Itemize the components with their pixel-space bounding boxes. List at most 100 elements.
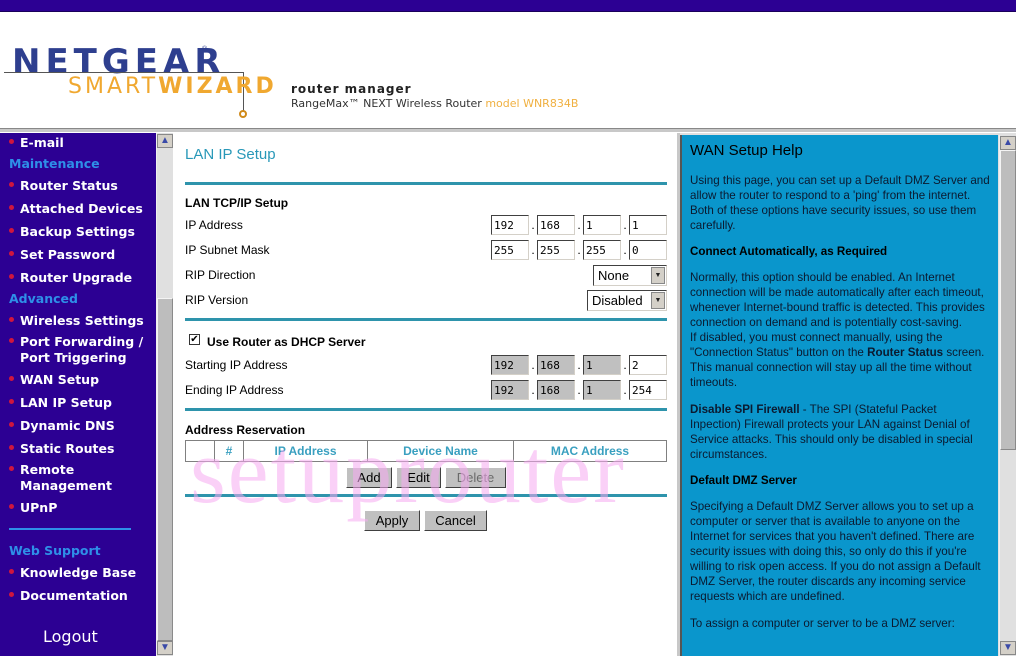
sidebar-item-label: Port Forwarding / Port Triggering <box>20 334 143 366</box>
starting-ip-field: . . . <box>491 355 667 375</box>
help-heading-connect: Connect Automatically, as Required <box>690 245 888 258</box>
bullet-icon <box>9 274 14 279</box>
sidebar-item-set-password[interactable]: Set Password <box>9 247 115 263</box>
dot-separator: . <box>623 243 627 257</box>
sidebar-heading-web-support: Web Support <box>9 543 101 558</box>
bullet-icon <box>9 422 14 427</box>
dot-separator: . <box>577 358 581 372</box>
sidebar-item-remote-management[interactable]: Remote Management <box>9 462 112 494</box>
scroll-down-button[interactable]: ▼ <box>1000 641 1016 655</box>
mask-octet-4[interactable] <box>629 240 667 260</box>
router-status-ref: Router Status <box>867 346 944 359</box>
scroll-thumb[interactable] <box>1000 150 1016 450</box>
sidebar-item-wireless-settings[interactable]: Wireless Settings <box>9 313 144 329</box>
sidebar-item-label: Knowledge Base <box>20 565 137 580</box>
help-connect-p1: Normally, this option should be enabled.… <box>690 271 985 329</box>
label-line-1: Remote <box>20 462 75 477</box>
rip-direction-select[interactable]: None ▼ <box>593 265 667 286</box>
sidebar-heading-maintenance: Maintenance <box>9 156 100 171</box>
sidebar-item-backup-settings[interactable]: Backup Settings <box>9 224 135 240</box>
section-divider <box>185 318 667 321</box>
add-button[interactable]: Add <box>346 467 392 488</box>
sidebar-item-label: Attached Devices <box>20 201 143 216</box>
ending-ip-label: Ending IP Address <box>185 383 284 397</box>
sidebar-item-knowledge-base[interactable]: Knowledge Base <box>9 565 136 581</box>
help-title: WAN Setup Help <box>690 142 803 159</box>
sidebar-item-router-upgrade[interactable]: Router Upgrade <box>9 270 132 286</box>
end-octet-1 <box>491 380 529 400</box>
sidebar-item-documentation[interactable]: Documentation <box>9 588 128 604</box>
help-scrollbar[interactable]: ▲ ▼ <box>999 135 1016 656</box>
cancel-button[interactable]: Cancel <box>424 510 487 531</box>
sidebar-item-lan-ip-setup[interactable]: LAN IP Setup <box>9 395 112 411</box>
dot-separator: . <box>531 243 535 257</box>
ip-octet-2[interactable] <box>537 215 575 235</box>
bullet-icon <box>9 445 14 450</box>
dot-separator: . <box>623 358 627 372</box>
apply-button[interactable]: Apply <box>364 510 420 531</box>
ip-address-label: IP Address <box>185 218 243 232</box>
logout-link[interactable]: Logout <box>43 627 98 646</box>
logo-line <box>4 72 244 73</box>
delete-button[interactable]: Delete <box>445 467 506 488</box>
help-connect-p2: If disabled, you must connect manually, … <box>690 330 990 390</box>
scroll-up-button[interactable]: ▲ <box>1000 136 1016 150</box>
sidebar-item-label: Router Status <box>20 178 118 193</box>
sidebar-item-router-status[interactable]: Router Status <box>9 178 118 194</box>
sidebar-item-attached-devices[interactable]: Attached Devices <box>9 201 143 217</box>
reservation-table: # IP Address Device Name MAC Address <box>185 440 667 462</box>
sidebar-item-email[interactable]: E-mail <box>9 135 64 151</box>
sidebar-item-dynamic-dns[interactable]: Dynamic DNS <box>9 418 115 434</box>
dot-separator: . <box>531 383 535 397</box>
sidebar-scrollbar[interactable]: ▲ ▼ <box>156 133 173 656</box>
ip-octet-1[interactable] <box>491 215 529 235</box>
dot-separator: . <box>531 218 535 232</box>
sidebar-item-label: Dynamic DNS <box>20 418 115 433</box>
sidebar-item-label: Remote Management <box>20 462 112 494</box>
chevron-down-icon: ▼ <box>651 292 665 309</box>
mask-octet-2[interactable] <box>537 240 575 260</box>
dot-separator: . <box>531 358 535 372</box>
sidebar-nav: E-mail Maintenance Router Status Attache… <box>0 133 156 656</box>
ip-octet-3[interactable] <box>583 215 621 235</box>
sidebar-item-static-routes[interactable]: Static Routes <box>9 441 114 457</box>
subnet-mask-field: . . . <box>491 240 667 260</box>
mask-octet-3[interactable] <box>583 240 621 260</box>
end-octet-3 <box>583 380 621 400</box>
help-dmz-p2: To assign a computer or server to be a D… <box>690 617 955 630</box>
end-octet-4[interactable] <box>629 380 667 400</box>
dot-separator: . <box>577 383 581 397</box>
sidebar-item-wan-setup[interactable]: WAN Setup <box>9 372 99 388</box>
top-bar <box>0 0 1016 12</box>
scroll-down-button[interactable]: ▼ <box>157 641 173 655</box>
rip-version-select[interactable]: Disabled ▼ <box>587 290 667 311</box>
label-line-1: Port Forwarding / <box>20 334 144 349</box>
select-value: None <box>598 268 630 283</box>
arrow-down-icon: ▼ <box>160 642 170 653</box>
rip-direction-label: RIP Direction <box>185 268 256 282</box>
sidebar-item-label: Backup Settings <box>20 224 135 239</box>
help-panel: WAN Setup Help Using this page, you can … <box>680 135 998 656</box>
bullet-icon <box>9 592 14 597</box>
sidebar-item-upnp[interactable]: UPnP <box>9 500 57 516</box>
sidebar-item-port-forwarding[interactable]: Port Forwarding / Port Triggering <box>9 334 143 366</box>
mask-octet-1[interactable] <box>491 240 529 260</box>
col-ip-address: IP Address <box>243 440 368 462</box>
sidebar-item-label: UPnP <box>20 500 58 515</box>
col-select <box>185 440 215 462</box>
ip-octet-4[interactable] <box>629 215 667 235</box>
edit-button[interactable]: Edit <box>396 467 441 488</box>
col-mac-address: MAC Address <box>513 440 667 462</box>
sidebar-item-label: Set Password <box>20 247 116 262</box>
smart-text: SMART <box>68 74 159 99</box>
bullet-icon <box>9 399 14 404</box>
sidebar-divider <box>9 528 131 530</box>
scroll-thumb[interactable] <box>157 298 173 641</box>
bullet-icon <box>9 251 14 256</box>
start-octet-4[interactable] <box>629 355 667 375</box>
bullet-icon <box>9 504 14 509</box>
bullet-icon <box>9 139 14 144</box>
bullet-icon <box>9 228 14 233</box>
scroll-up-button[interactable]: ▲ <box>157 134 173 148</box>
dhcp-server-checkbox[interactable]: ✔ <box>189 334 200 345</box>
